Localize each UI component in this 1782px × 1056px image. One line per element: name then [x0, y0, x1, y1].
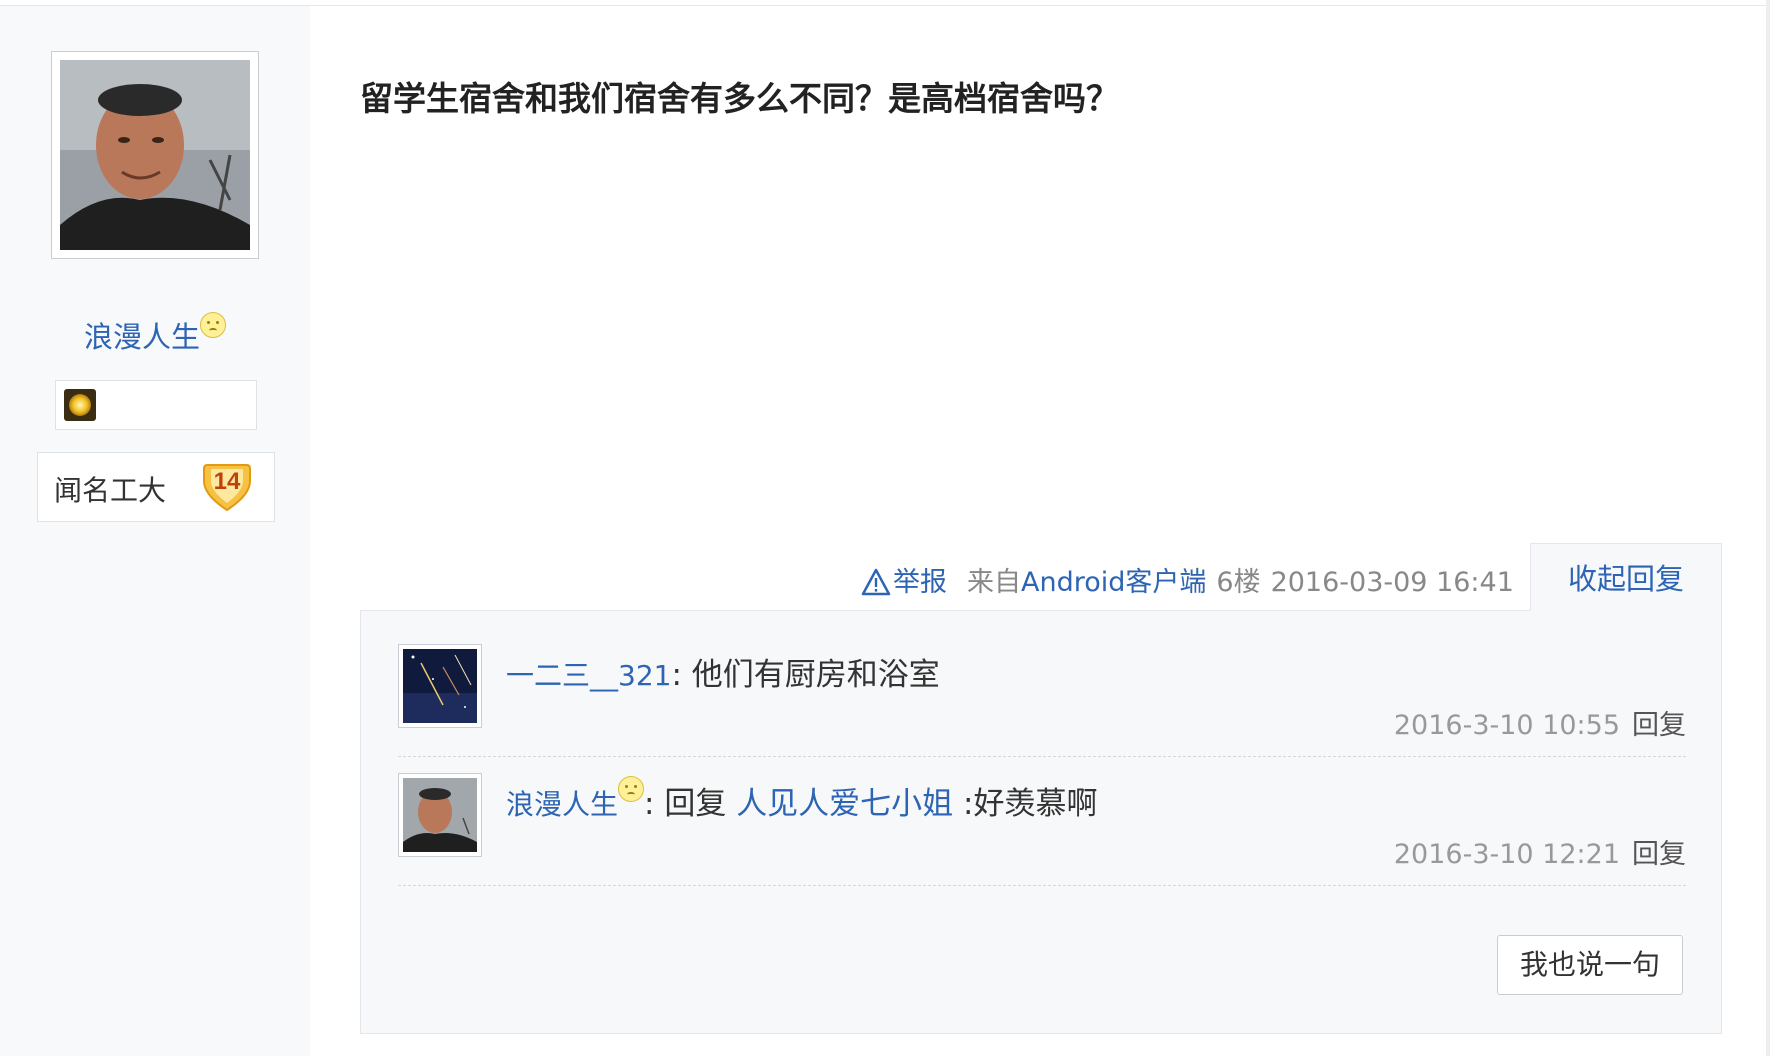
scrollbar-track[interactable]: [1766, 0, 1770, 1056]
reply-time: 2016-3-10 10:55: [1393, 710, 1620, 741]
report-label: 举报: [893, 567, 947, 598]
post-timestamp: 2016-03-09 16:41: [1270, 567, 1514, 598]
reply-separator: :: [644, 786, 655, 822]
starry-sky-avatar: [403, 649, 477, 723]
reply-text: 他们有厨房和浴室: [681, 657, 940, 693]
reply-content: 一二三__321: 他们有厨房和浴室: [506, 649, 940, 694]
list-item: 一二三__321: 他们有厨房和浴室 2016-3-10 10:55 回复: [398, 611, 1686, 757]
reply-separator: :: [671, 657, 682, 693]
source-client-link[interactable]: Android客户端: [1021, 567, 1206, 598]
level-badge-icon: 14: [201, 461, 253, 513]
reply-meta: 2016-3-10 10:55 回复: [1394, 703, 1686, 742]
floor-number: 6楼: [1216, 567, 1261, 598]
warning-icon: [861, 568, 891, 596]
author-avatar[interactable]: [51, 51, 259, 259]
collapse-replies-button[interactable]: 收起回复: [1530, 543, 1722, 611]
emoji-icon: [200, 312, 226, 338]
reply-target-link[interactable]: 人见人爱七小姐: [736, 786, 953, 822]
reply-username-link[interactable]: 浪漫人生: [506, 788, 618, 821]
reply-avatar[interactable]: [398, 773, 482, 857]
reply-button[interactable]: 回复: [1632, 710, 1686, 741]
reply-content: 浪漫人生: 回复 人见人爱七小姐 :好羡慕啊: [506, 776, 1098, 823]
author-avatar-small: [403, 778, 477, 852]
reply-text: :好羡慕啊: [953, 786, 1098, 822]
level-title: 闻名工大: [54, 474, 167, 507]
author-avatar-photo: [60, 60, 250, 250]
source-prefix: 来自: [967, 567, 1021, 598]
reply-prefix: 回复: [654, 786, 737, 822]
report-link[interactable]: 举报: [861, 567, 957, 598]
reply-button[interactable]: 回复: [1632, 839, 1686, 870]
author-sidebar: 浪漫人生 闻名工大 14: [0, 6, 310, 1056]
reply-panel: 一二三__321: 他们有厨房和浴室 2016-3-10 10:55 回复 浪漫人…: [360, 610, 1722, 1034]
level-number: 14: [213, 468, 241, 495]
reply-username-link[interactable]: 一二三__321: [506, 659, 671, 692]
gold-badge-icon[interactable]: [64, 389, 96, 421]
emoji-icon: [618, 776, 645, 802]
post-tail-bar: 举报 来自Android客户端 6楼 2016-03-09 16:41: [861, 560, 1524, 598]
list-item: 浪漫人生: 回复 人见人爱七小姐 :好羡慕啊 2016-3-10 12:21 回复: [398, 740, 1686, 886]
author-name-row: 浪漫人生: [0, 312, 310, 356]
reply-avatar[interactable]: [398, 644, 482, 728]
reply-meta: 2016-3-10 12:21 回复: [1394, 832, 1686, 871]
post-title: 留学生宿舍和我们宿舍有多么不同？是高档宿舍吗？: [360, 79, 1119, 118]
icon-badge-box: [55, 380, 257, 430]
say-something-button[interactable]: 我也说一句: [1497, 935, 1683, 995]
reply-time: 2016-3-10 12:21: [1393, 839, 1620, 870]
level-box[interactable]: 闻名工大 14: [37, 452, 275, 522]
author-name-link[interactable]: 浪漫人生: [84, 320, 200, 354]
